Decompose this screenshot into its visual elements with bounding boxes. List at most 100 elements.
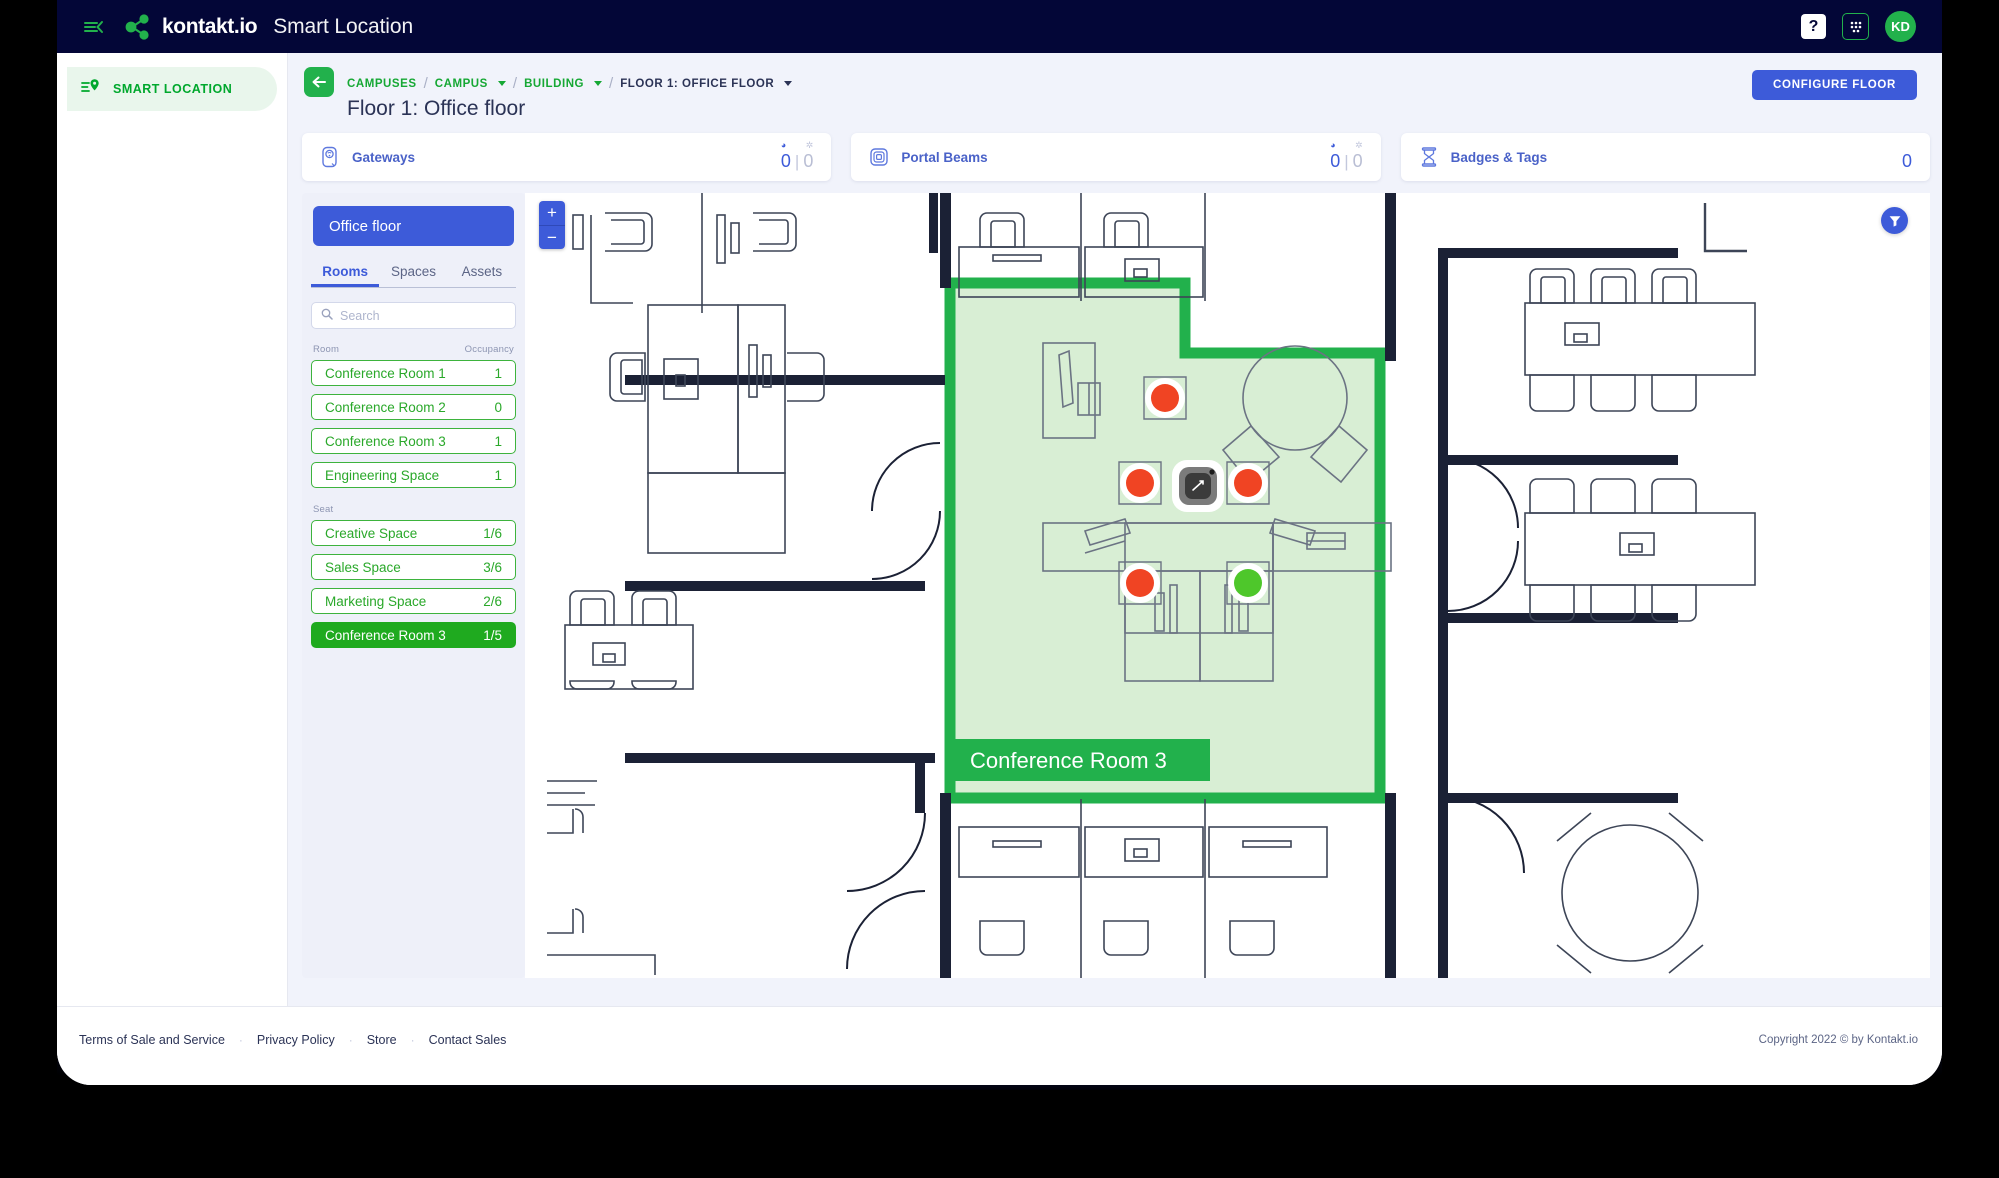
list-item-room[interactable]: Engineering Space 1 bbox=[311, 462, 516, 488]
stat-card-badges-tags[interactable]: Badges & Tags 0 bbox=[1400, 133, 1930, 181]
collapse-menu-icon[interactable] bbox=[79, 12, 109, 42]
group-label-seat: Seat bbox=[313, 504, 334, 515]
footer-links: Terms of Sale and Service · Privacy Poli… bbox=[79, 1033, 506, 1047]
footer-link-privacy[interactable]: Privacy Policy bbox=[257, 1033, 335, 1047]
seat-name: Creative Space bbox=[325, 525, 418, 541]
breadcrumb: CAMPUSES / CAMPUS / BUILDING / FLOOR 1: … bbox=[347, 75, 793, 92]
floor-plan-drawing: Conference Room 3 bbox=[547, 193, 1756, 978]
room-name: Conference Room 2 bbox=[325, 399, 446, 415]
wifi-off-icon: ✲ bbox=[1355, 140, 1363, 150]
stat-card-gateways[interactable]: Gateways ◕ ✲ 0 | 0 bbox=[302, 133, 832, 181]
app-name: Smart Location bbox=[273, 14, 414, 38]
stat-count: 0 bbox=[1901, 151, 1912, 171]
room-name: Conference Room 3 bbox=[325, 433, 446, 449]
stat-offline-count: 0 bbox=[1352, 151, 1363, 171]
tab-rooms[interactable]: Rooms bbox=[311, 259, 379, 287]
chevron-down-icon[interactable] bbox=[594, 81, 603, 86]
footer-link-store[interactable]: Store bbox=[367, 1033, 397, 1047]
breadcrumb-row: CAMPUSES / CAMPUS / BUILDING / FLOOR 1: … bbox=[288, 53, 1942, 130]
list-item-room[interactable]: Conference Room 2 0 bbox=[311, 394, 516, 420]
app-body: SMART LOCATION CAMPUSES / CAMPUS / BUILD… bbox=[57, 53, 1942, 1085]
floor-stage: Office floor Rooms Spaces Assets Search … bbox=[302, 193, 1930, 978]
stat-cards-row: Gateways ◕ ✲ 0 | 0 Portal Beams ◕ ✲ 0 | … bbox=[302, 133, 1930, 181]
footer-link-contact[interactable]: Contact Sales bbox=[429, 1033, 507, 1047]
room-occupancy: 1 bbox=[494, 433, 502, 449]
sidebar-item-smart-location[interactable]: SMART LOCATION bbox=[67, 67, 277, 111]
breadcrumb-separator: / bbox=[512, 75, 518, 92]
avatar[interactable]: KD bbox=[1885, 11, 1916, 42]
badge-tag-icon bbox=[1419, 146, 1439, 168]
stat-online-count: 0 bbox=[780, 151, 791, 171]
gateway-device-marker bbox=[1172, 460, 1224, 512]
stat-card-values: ◕ ✲ 0 | 0 bbox=[780, 140, 813, 171]
panel-tabs: Rooms Spaces Assets bbox=[311, 259, 516, 288]
configure-floor-button[interactable]: CONFIGURE FLOOR bbox=[1752, 70, 1917, 100]
room-label-text: Conference Room 3 bbox=[970, 748, 1167, 773]
arrow-left-icon[interactable] bbox=[304, 67, 334, 97]
stat-online-count: 0 bbox=[1330, 151, 1341, 171]
sidebar-item-label: SMART LOCATION bbox=[113, 82, 233, 96]
wifi-off-icon: ✲ bbox=[805, 140, 814, 150]
apps-grid-icon[interactable] bbox=[1842, 13, 1869, 40]
zoom-out-button[interactable]: − bbox=[539, 225, 565, 249]
footer-separator: · bbox=[238, 1033, 243, 1047]
breadcrumb-item-building[interactable]: BUILDING bbox=[524, 78, 584, 90]
seat-name: Conference Room 3 bbox=[325, 627, 446, 643]
list-item-room[interactable]: Conference Room 1 1 bbox=[311, 360, 516, 386]
zoom-in-button[interactable]: + bbox=[539, 201, 565, 225]
chevron-down-icon[interactable] bbox=[497, 81, 506, 86]
room-occupancy: 1 bbox=[494, 365, 502, 381]
tab-spaces[interactable]: Spaces bbox=[379, 259, 447, 287]
chevron-down-icon[interactable] bbox=[784, 81, 793, 86]
map-zoom-controls: + − bbox=[539, 201, 565, 249]
tab-assets[interactable]: Assets bbox=[448, 259, 516, 287]
brand-logo-group[interactable]: kontakt.io Smart Location bbox=[125, 13, 414, 40]
footer-separator: · bbox=[348, 1033, 353, 1047]
nav-actions: ? KD bbox=[1801, 11, 1916, 42]
breadcrumb-separator: / bbox=[423, 75, 428, 92]
stat-card-portal-beams[interactable]: Portal Beams ◕ ✲ 0 | 0 bbox=[851, 133, 1381, 181]
floor-name-header[interactable]: Office floor bbox=[313, 206, 514, 246]
filter-funnel-icon[interactable] bbox=[1881, 207, 1908, 234]
wifi-icon: ◕ bbox=[780, 140, 787, 150]
breadcrumb-item-floor[interactable]: FLOOR 1: OFFICE FLOOR bbox=[620, 78, 774, 90]
room-name: Conference Room 1 bbox=[325, 365, 446, 381]
main-content: CAMPUSES / CAMPUS / BUILDING / FLOOR 1: … bbox=[288, 53, 1942, 1006]
stat-card-title: Portal Beams bbox=[901, 149, 988, 165]
search-box[interactable] bbox=[311, 302, 516, 329]
copyright-text: Copyright 2022 © by Kontakt.io bbox=[1758, 1034, 1918, 1046]
list-item-room[interactable]: Conference Room 3 1 bbox=[311, 428, 516, 454]
room-label-chip: Conference Room 3 bbox=[950, 739, 1210, 781]
gateway-device-icon bbox=[320, 146, 340, 168]
stat-card-values: ◕ ✲ 0 | 0 bbox=[1330, 140, 1363, 171]
stat-card-values: 0 bbox=[1902, 144, 1912, 170]
list-item-seat[interactable]: Sales Space 3/6 bbox=[311, 554, 516, 580]
footer-separator: · bbox=[410, 1033, 415, 1047]
stat-divider: | bbox=[1344, 152, 1349, 171]
floor-map[interactable]: + − Conference Room 3 bbox=[525, 193, 1930, 978]
seat-name: Sales Space bbox=[325, 559, 401, 575]
help-icon[interactable]: ? bbox=[1801, 14, 1826, 39]
doors-right bbox=[1447, 457, 1525, 874]
seat-occupancy: 1/6 bbox=[483, 525, 502, 541]
footer-link-terms[interactable]: Terms of Sale and Service bbox=[79, 1033, 225, 1047]
wifi-icon: ◕ bbox=[1330, 140, 1336, 150]
search-icon bbox=[321, 307, 333, 325]
seat-name: Marketing Space bbox=[325, 593, 427, 609]
seat-occupancy: 2/6 bbox=[483, 593, 502, 609]
doors-left bbox=[846, 442, 941, 970]
breadcrumb-separator: / bbox=[609, 75, 614, 92]
list-item-seat[interactable]: Creative Space 1/6 bbox=[311, 520, 516, 546]
list-item-seat[interactable]: Marketing Space 2/6 bbox=[311, 588, 516, 614]
search-input[interactable] bbox=[340, 308, 506, 323]
room-name: Engineering Space bbox=[325, 467, 440, 483]
brand-name: kontakt.io bbox=[162, 14, 258, 38]
help-label: ? bbox=[1808, 17, 1819, 35]
breadcrumb-item-campus[interactable]: CAMPUS bbox=[435, 78, 488, 90]
portal-beam-icon bbox=[869, 146, 889, 168]
breadcrumb-item-campuses[interactable]: CAMPUSES bbox=[347, 78, 417, 90]
floor-list-panel: Office floor Rooms Spaces Assets Search … bbox=[302, 193, 525, 978]
browser-window: kontakt.io Smart Location ? KD SMART LOC… bbox=[57, 0, 1942, 1085]
left-sidebar: SMART LOCATION bbox=[57, 53, 288, 1006]
list-item-seat-selected[interactable]: Conference Room 3 1/5 bbox=[311, 622, 516, 648]
